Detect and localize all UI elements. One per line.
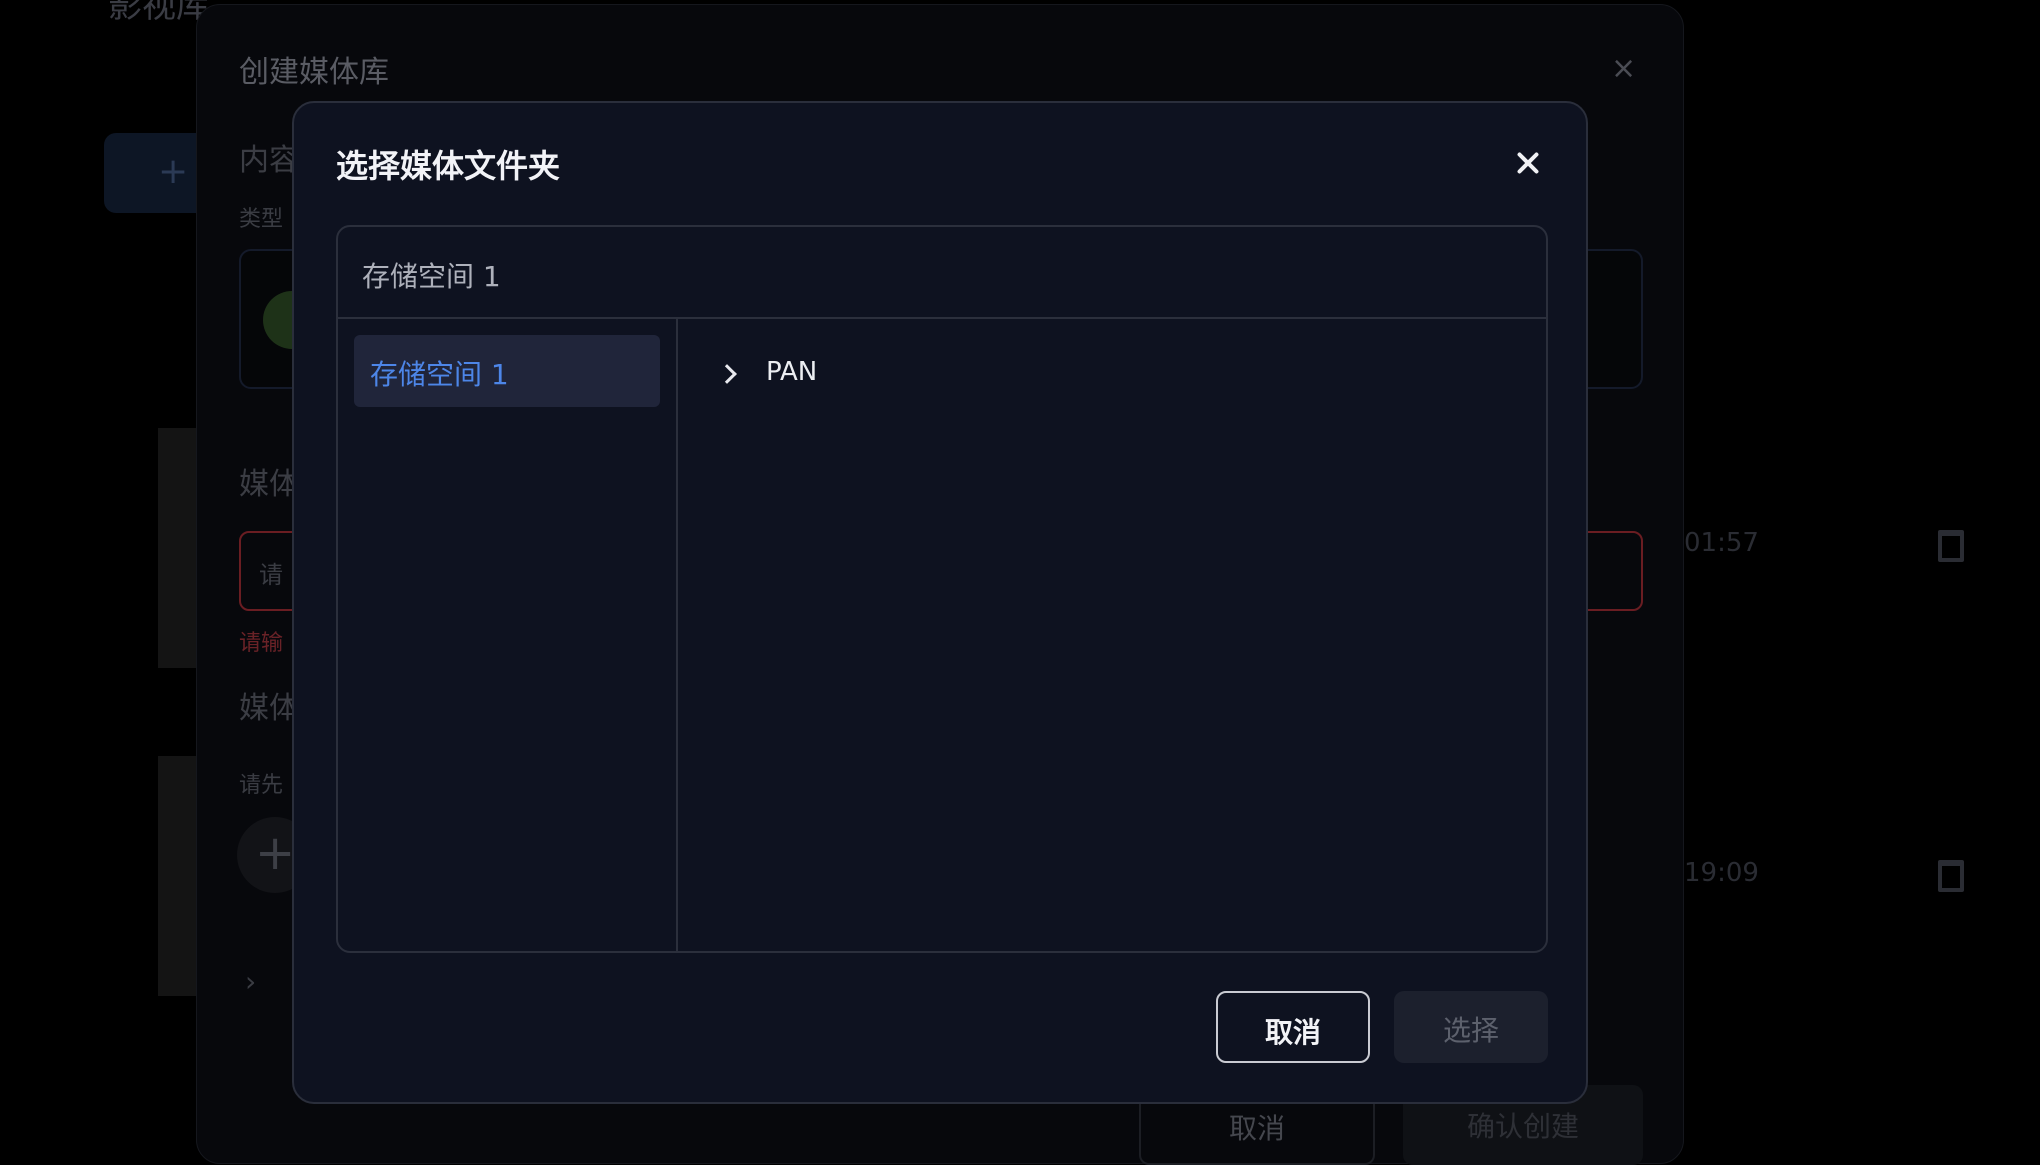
breadcrumb: 存储空间 1 bbox=[338, 227, 1546, 319]
folder-name: PAN bbox=[766, 357, 818, 387]
cancel-label: 取消 bbox=[1264, 1016, 1321, 1049]
storage-list: 存储空间 1 bbox=[338, 319, 678, 951]
chevron-right-icon[interactable] bbox=[717, 364, 737, 384]
breadcrumb-path: 存储空间 1 bbox=[362, 260, 501, 293]
hint-text: 请先 bbox=[239, 773, 284, 798]
section-heading-content: 内容 bbox=[239, 143, 299, 178]
library-thumbnail bbox=[158, 428, 198, 668]
folder-row-pan[interactable]: PAN bbox=[696, 343, 1296, 407]
library-thumbnail bbox=[158, 756, 198, 996]
type-label: 类型 bbox=[239, 207, 284, 232]
close-icon[interactable]: × bbox=[1611, 51, 1636, 86]
page-title: 影视库 bbox=[108, 0, 210, 26]
select-button[interactable]: 选择 bbox=[1394, 991, 1548, 1063]
folder-list: PAN bbox=[680, 319, 1546, 951]
dialog-title: 创建媒体库 bbox=[239, 55, 389, 90]
error-message: 请输 bbox=[239, 631, 284, 656]
library-row-time: 19:09 bbox=[1684, 858, 1759, 888]
library-row-time: 01:57 bbox=[1684, 528, 1759, 558]
storage-item-label: 存储空间 1 bbox=[370, 358, 509, 391]
input-placeholder: 请 bbox=[259, 561, 283, 589]
section-heading-media-folder: 媒体 bbox=[239, 691, 299, 726]
confirm-label: 确认创建 bbox=[1466, 1110, 1579, 1143]
plus-icon: + bbox=[255, 825, 296, 881]
select-label: 选择 bbox=[1442, 1014, 1499, 1047]
folder-browser: 存储空间 1 存储空间 1 PAN bbox=[336, 225, 1548, 953]
cancel-button[interactable]: 取消 bbox=[1216, 991, 1370, 1063]
close-icon[interactable] bbox=[1512, 147, 1544, 179]
chevron-right-icon[interactable]: › bbox=[245, 965, 256, 998]
select-media-folder-modal: 选择媒体文件夹 存储空间 1 存储空间 1 PAN 取消 选择 bbox=[292, 101, 1588, 1104]
trash-icon[interactable] bbox=[1938, 860, 1964, 892]
storage-item-1[interactable]: 存储空间 1 bbox=[354, 335, 660, 407]
cancel-label: 取消 bbox=[1228, 1112, 1285, 1145]
trash-icon[interactable] bbox=[1938, 530, 1964, 562]
section-heading-media: 媒体 bbox=[239, 467, 299, 502]
plus-icon: + bbox=[158, 151, 189, 192]
modal-title: 选择媒体文件夹 bbox=[336, 147, 561, 185]
